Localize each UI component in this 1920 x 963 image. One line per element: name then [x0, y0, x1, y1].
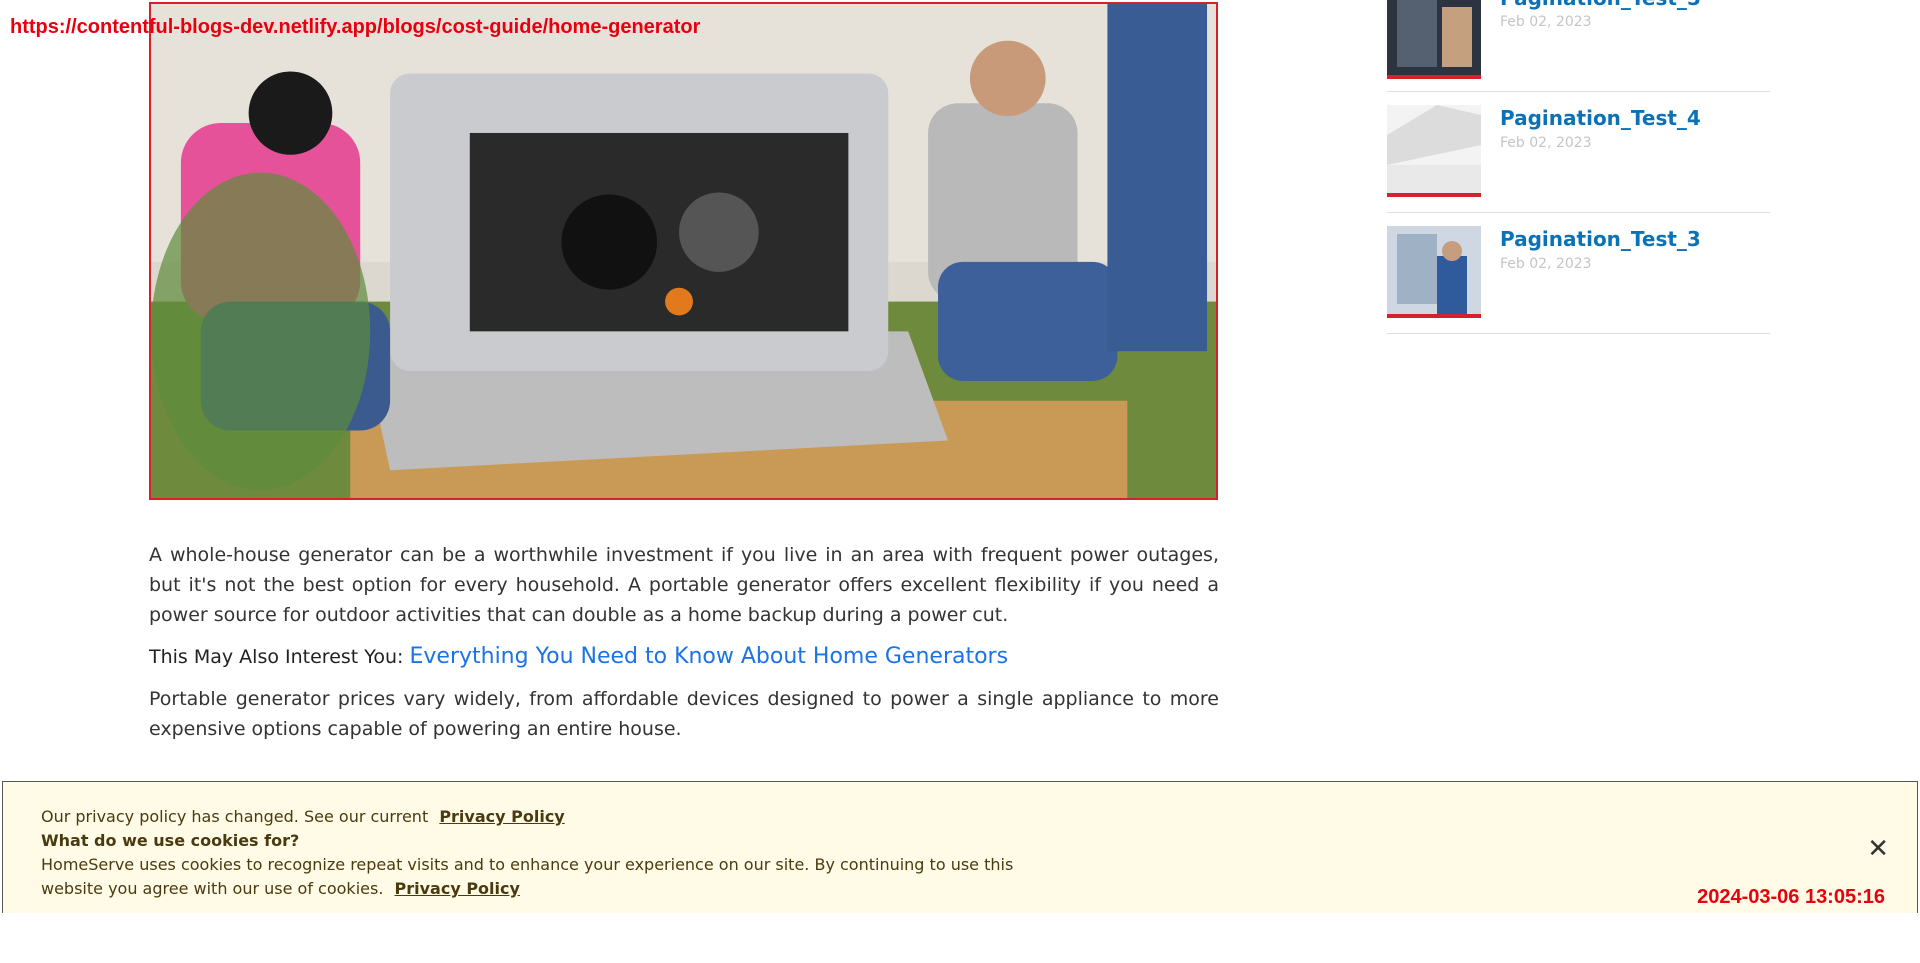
hero-image: [149, 2, 1218, 500]
cookie-notice: Our privacy policy has changed. See our …: [41, 807, 429, 826]
interest-link[interactable]: Everything You Need to Know About Home G…: [409, 644, 1008, 669]
article-paragraph: A whole-house generator can be a worthwh…: [149, 544, 1219, 626]
privacy-policy-link-2[interactable]: Privacy Policy: [395, 879, 520, 898]
cookie-line1: Our privacy policy has changed. See our …: [41, 805, 1041, 829]
cookie-body-text: HomeServe uses cookies to recognize repe…: [41, 855, 1014, 898]
close-icon[interactable]: ✕: [1867, 834, 1889, 864]
cookie-body: HomeServe uses cookies to recognize repe…: [41, 853, 1041, 901]
related-post[interactable]: Pagination_Test_4 Feb 02, 2023: [1387, 92, 1770, 213]
post-date: Feb 02, 2023: [1500, 256, 1592, 272]
timestamp-overlay: 2024-03-06 13:05:16: [1697, 886, 1885, 908]
related-posts-sidebar: Pagination_Test_5 Feb 02, 2023 Paginatio…: [1387, 0, 1770, 334]
post-date: Feb 02, 2023: [1500, 135, 1592, 151]
interest-line: This May Also Interest You: Everything Y…: [149, 642, 1219, 672]
post-date: Feb 02, 2023: [1500, 14, 1592, 30]
related-post[interactable]: Pagination_Test_3 Feb 02, 2023: [1387, 213, 1770, 334]
post-title[interactable]: Pagination_Test_4: [1500, 106, 1701, 130]
related-post[interactable]: Pagination_Test_5 Feb 02, 2023: [1387, 0, 1770, 92]
url-overlay: https://contentful-blogs-dev.netlify.app…: [10, 16, 701, 38]
cookie-banner: Our privacy policy has changed. See our …: [2, 781, 1918, 913]
cookie-text: Our privacy policy has changed. See our …: [41, 805, 1041, 901]
article-body: A whole-house generator can be a worthwh…: [149, 540, 1219, 756]
privacy-policy-link[interactable]: Privacy Policy: [439, 807, 564, 826]
post-thumbnail[interactable]: [1387, 226, 1481, 318]
post-title[interactable]: Pagination_Test_3: [1500, 227, 1701, 251]
cookie-heading: What do we use cookies for?: [41, 831, 300, 850]
article-paragraph: Portable generator prices vary widely, f…: [149, 688, 1219, 740]
generator-photo: [151, 4, 1216, 498]
post-title[interactable]: Pagination_Test_5: [1500, 0, 1701, 10]
post-thumbnail[interactable]: [1387, 0, 1481, 79]
post-thumbnail[interactable]: [1387, 105, 1481, 197]
interest-label: This May Also Interest You:: [149, 646, 404, 668]
